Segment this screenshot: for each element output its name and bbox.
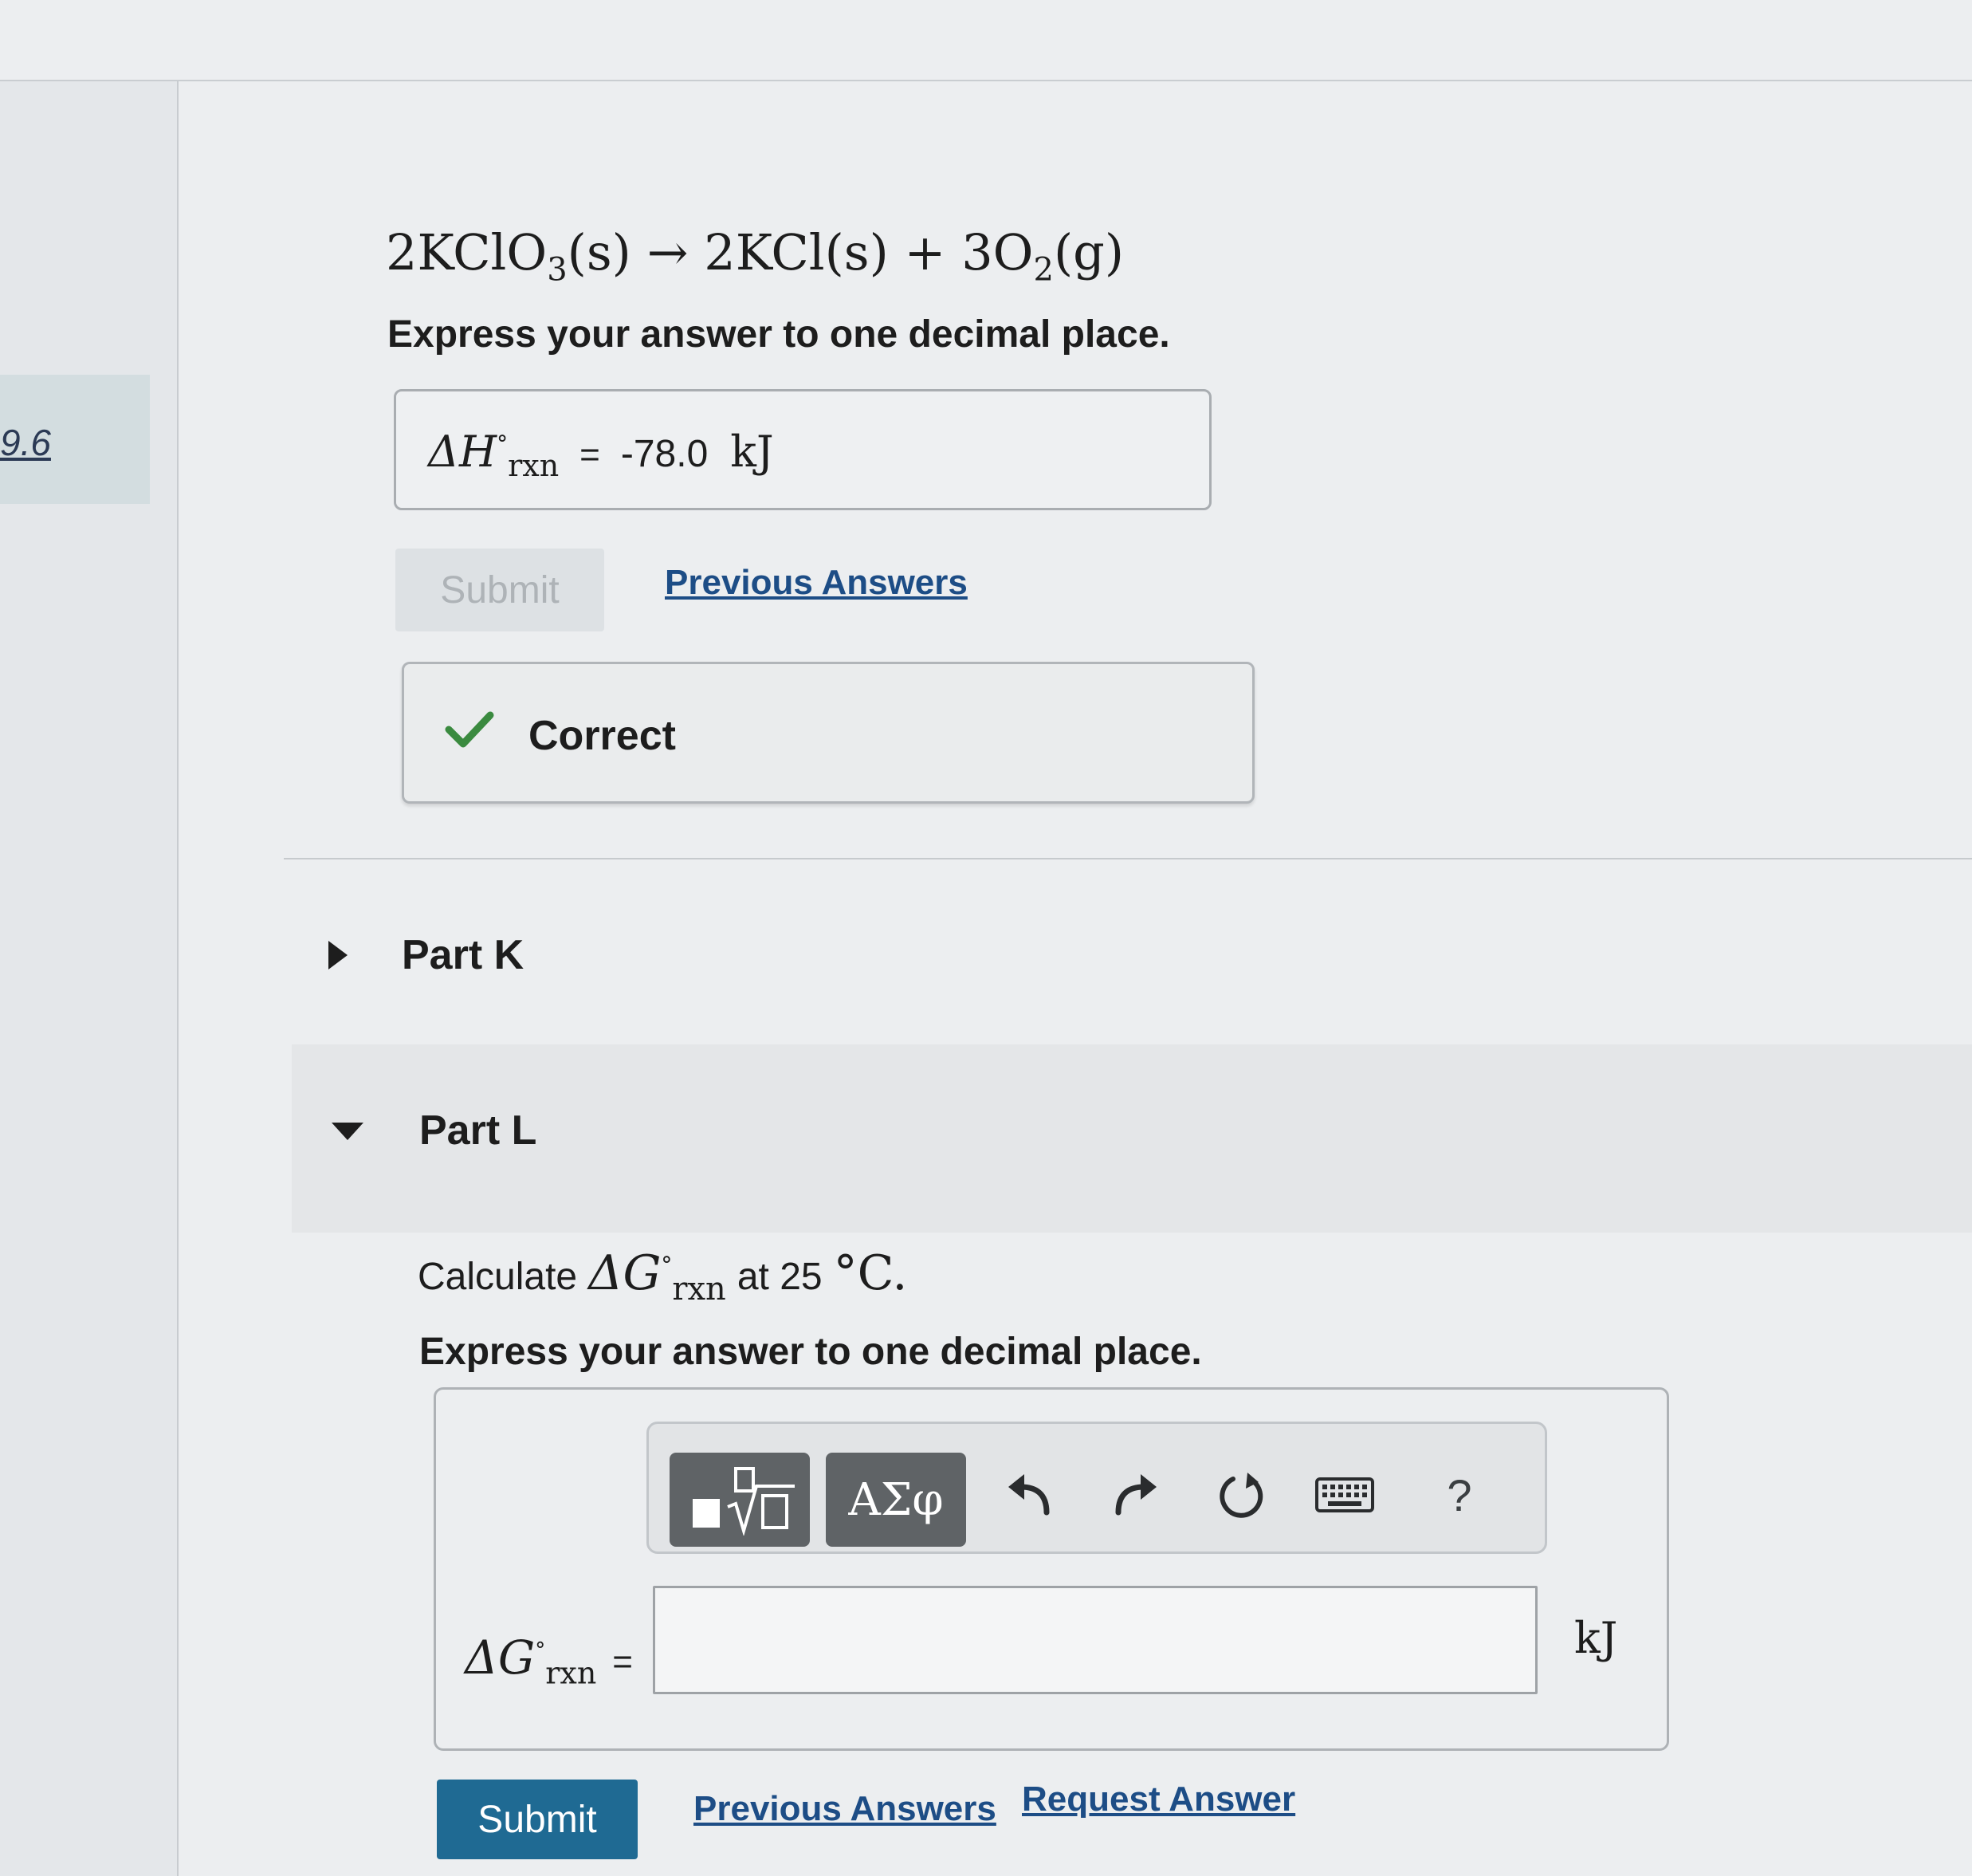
feedback-correct-box: Correct (402, 662, 1255, 804)
prompt-temperature: at 25 (737, 1256, 823, 1298)
part-j-answer-value: -78.0 (620, 433, 709, 475)
redo-icon[interactable] (1106, 1465, 1165, 1524)
part-j-instruction: Express your answer to one decimal place… (387, 313, 1170, 356)
top-divider (0, 80, 1972, 81)
eq-p2-state: (g) (1053, 223, 1125, 281)
delta-h-main: ΔH (428, 427, 497, 477)
delta-g-main: ΔG (588, 1245, 662, 1301)
answer-delta-g-main: ΔG (465, 1630, 536, 1685)
delta-h-symbol: ΔH°rxn (428, 427, 559, 483)
eq-lhs-state: (s) (567, 223, 631, 281)
part-j-answer-box: ΔH°rxn = -78.0 kJ (394, 389, 1212, 510)
part-k-toggle[interactable]: Part K (402, 931, 524, 979)
reset-icon[interactable] (1212, 1465, 1271, 1524)
eq-p2-formula: 3O (961, 223, 1034, 281)
request-answer-link[interactable]: Request Answer (1022, 1780, 1295, 1819)
help-button[interactable]: ? (1430, 1465, 1489, 1524)
part-l-answer-label: ΔG°rxn = (465, 1630, 633, 1691)
undo-icon[interactable] (1000, 1465, 1059, 1524)
eq-p2-subscript: 2 (1033, 251, 1054, 289)
caret-right-icon[interactable] (327, 939, 349, 975)
keyboard-icon[interactable] (1315, 1465, 1374, 1524)
left-sidebar (0, 81, 179, 1876)
math-toolbar: ΑΣφ ? (646, 1422, 1547, 1554)
templates-icon (680, 1462, 799, 1538)
eq-product-2: 3O2(g) (961, 223, 1125, 288)
eq-product-1: 2KCl(s) (704, 223, 889, 281)
answer-delta-g-symbol: ΔG°rxn (465, 1630, 596, 1691)
eq-lhs: 2KClO3(s) (386, 223, 631, 288)
greek-symbols-button[interactable]: ΑΣφ (826, 1453, 966, 1547)
part-l-submit-button[interactable]: Submit (437, 1780, 638, 1859)
celsius-unit: C. (857, 1245, 908, 1301)
eq-plus: + (904, 223, 946, 281)
eq-lhs-subscript: 3 (547, 251, 568, 289)
delta-g-degree: ° (661, 1252, 673, 1278)
feedback-correct-label: Correct (528, 713, 676, 759)
reaction-equation: 2KClO3(s) → 2KCl(s) + 3O2(g) (386, 223, 1124, 288)
delta-g-answer-input[interactable] (653, 1586, 1538, 1694)
nav-item-link[interactable]: 9.6 (0, 421, 51, 464)
part-l-toggle[interactable]: Part L (419, 1107, 536, 1154)
eq-arrow: → (646, 223, 689, 281)
degree-sign: ° (833, 1245, 858, 1301)
prompt-prefix: Calculate (418, 1256, 578, 1298)
part-l-previous-answers-link[interactable]: Previous Answers (693, 1789, 996, 1829)
delta-h-degree: ° (497, 431, 509, 457)
part-j-answer-row: ΔH°rxn = -78.0 kJ (428, 427, 774, 483)
delta-g-symbol: ΔG°rxn (588, 1245, 726, 1308)
part-l-answer-editor: ΑΣφ ? ΔG°rxn = kJ (434, 1387, 1669, 1751)
part-j-previous-answers-link[interactable]: Previous Answers (665, 563, 968, 603)
part-l-prompt: Calculate ΔG°rxn at 25 °C. (418, 1245, 907, 1308)
answer-delta-g-subscript: rxn (545, 1655, 597, 1691)
prompt-unit: °C. (834, 1245, 908, 1301)
equals-sign: = (579, 435, 600, 474)
check-icon (444, 709, 495, 754)
part-j-answer-unit: kJ (730, 427, 774, 477)
section-divider (284, 858, 1972, 859)
part-j-submit-button[interactable]: Submit (395, 549, 604, 631)
delta-g-subscript: rxn (672, 1271, 726, 1308)
answer-equals-sign: = (612, 1642, 633, 1681)
part-l-header[interactable] (292, 1044, 1972, 1233)
templates-button[interactable] (670, 1453, 810, 1547)
caret-down-icon[interactable] (330, 1121, 365, 1146)
answer-unit: kJ (1574, 1613, 1618, 1663)
eq-lhs-formula: 2KClO (386, 223, 548, 281)
delta-h-subscript: rxn (508, 447, 560, 483)
answer-delta-g-degree: ° (535, 1638, 546, 1663)
part-l-instruction: Express your answer to one decimal place… (419, 1331, 1202, 1373)
